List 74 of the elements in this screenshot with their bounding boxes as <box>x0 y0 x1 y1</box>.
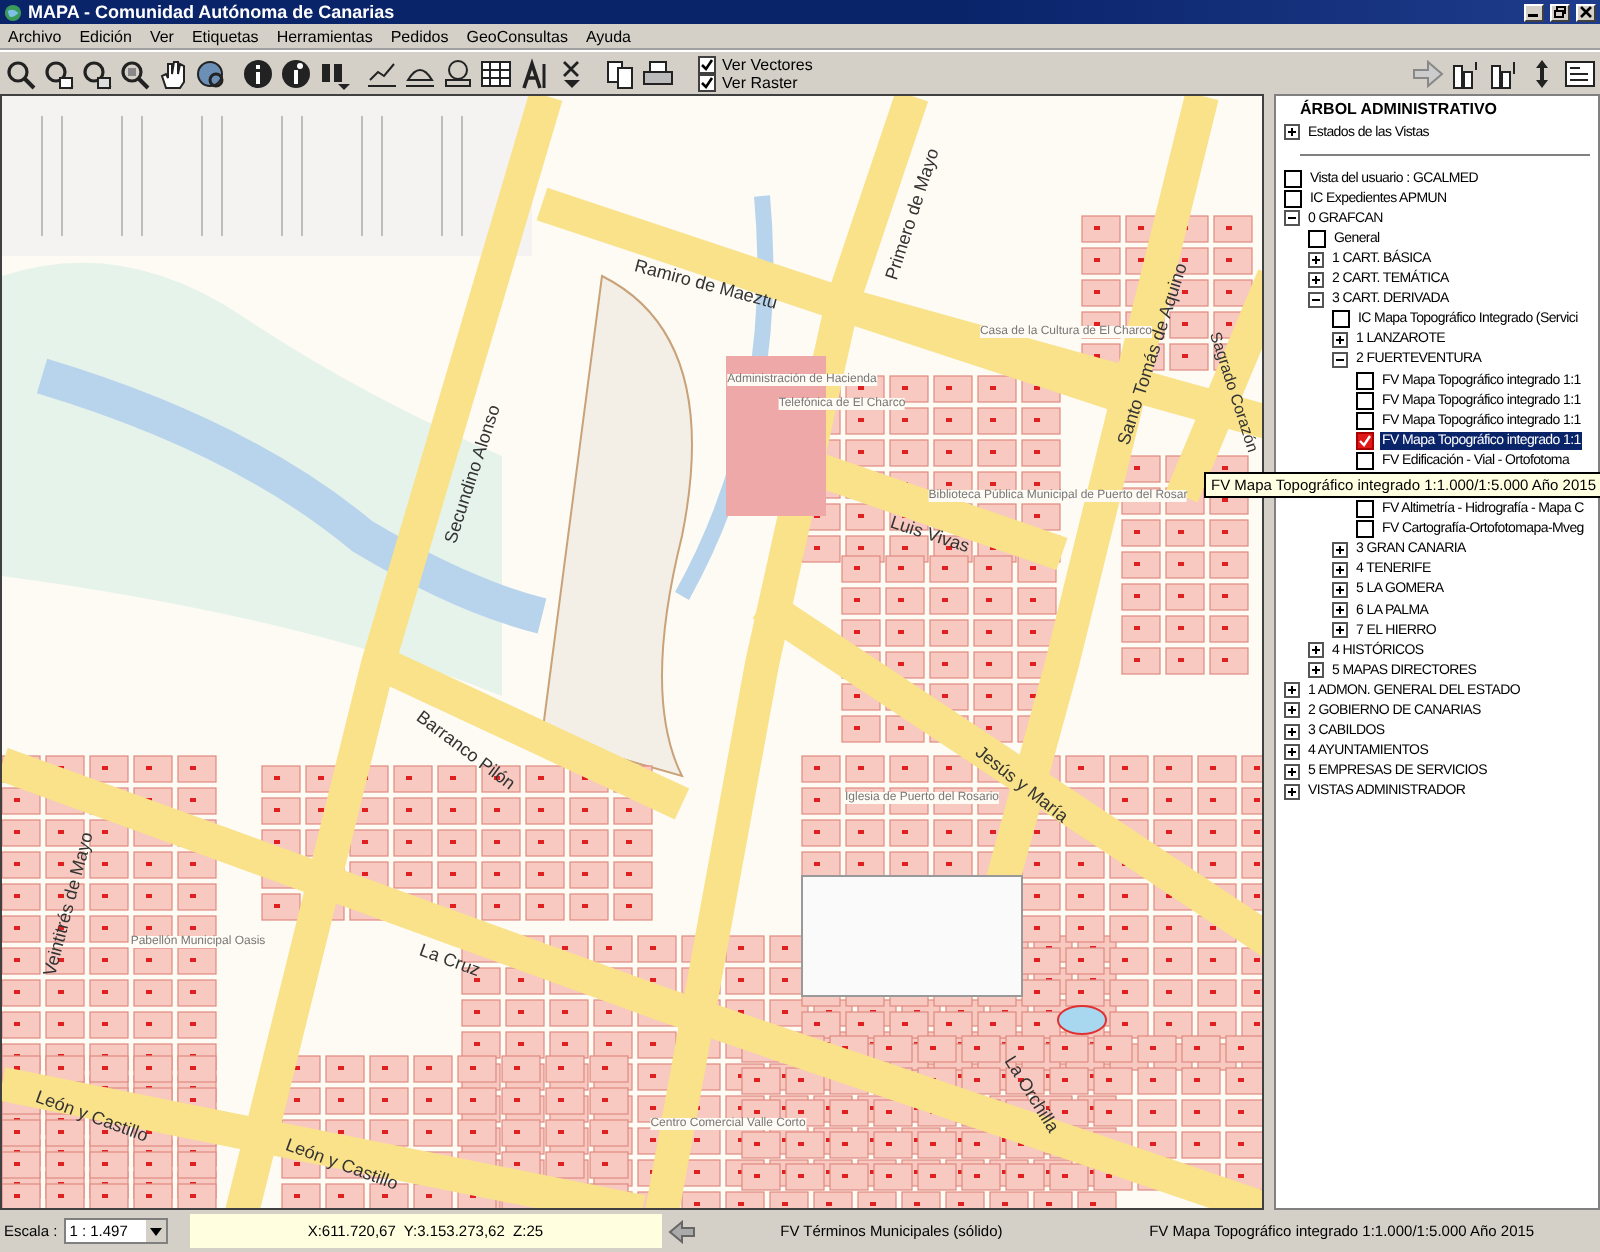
checkbox[interactable] <box>1356 431 1374 450</box>
checkbox[interactable] <box>698 55 716 73</box>
checkbox[interactable] <box>1356 411 1374 430</box>
pin-icon[interactable] <box>442 57 474 89</box>
expand-icon[interactable] <box>1308 271 1324 288</box>
expand-icon[interactable] <box>1332 561 1348 578</box>
checkbox[interactable] <box>1356 451 1374 470</box>
restore-button[interactable] <box>1550 3 1570 21</box>
street-label: León y Castillo <box>33 1086 151 1146</box>
menu-item[interactable]: Etiquetas <box>191 27 259 45</box>
zoom-window-icon[interactable] <box>118 57 150 89</box>
menu-item[interactable]: Ver <box>149 27 174 45</box>
info-icon[interactable] <box>242 57 274 89</box>
checkbox[interactable] <box>1356 520 1374 539</box>
street-label: Ramiro de Maeztu <box>632 255 780 313</box>
menu-item[interactable]: Ayuda <box>585 27 631 45</box>
expand-icon[interactable] <box>1284 743 1300 760</box>
info-circle-icon[interactable] <box>280 57 312 89</box>
menu-item[interactable]: GeoConsultas <box>466 27 568 45</box>
expand-icon[interactable] <box>1308 642 1324 659</box>
checkbox[interactable] <box>1356 500 1374 519</box>
expand-icon[interactable] <box>1308 662 1324 679</box>
tree-title: ÁRBOL ADMINISTRATIVO <box>1298 100 1500 122</box>
checkbox[interactable] <box>1308 229 1326 248</box>
expand-icon[interactable] <box>1284 702 1300 719</box>
minimize-button[interactable] <box>1524 3 1544 21</box>
globe-icon[interactable] <box>194 57 226 89</box>
street-label: Luis Vivas <box>888 511 972 557</box>
expand-icon[interactable] <box>1284 783 1300 800</box>
expand-icon[interactable] <box>1284 124 1300 141</box>
arrow-left-icon[interactable] <box>667 1219 696 1243</box>
expand-icon[interactable] <box>1308 251 1324 268</box>
menu-item[interactable]: Edición <box>79 27 132 45</box>
zoom-icon[interactable] <box>4 57 36 89</box>
checkbox[interactable] <box>1356 371 1374 390</box>
checkbox[interactable] <box>1356 391 1374 410</box>
street-label: Veintitrés de Mayo <box>39 829 97 979</box>
form-icon[interactable] <box>1564 57 1596 89</box>
zoom-in-icon[interactable] <box>42 57 74 89</box>
collapse-icon[interactable] <box>1308 291 1324 308</box>
copy-icon[interactable] <box>604 57 636 89</box>
window-title: MAPA - Comunidad Autónoma de Canarias <box>28 2 397 22</box>
caret-icon <box>149 1227 162 1235</box>
checkbox[interactable] <box>1284 189 1302 208</box>
menu-item[interactable]: Pedidos <box>390 27 449 45</box>
street-label: Primero de Mayo <box>881 145 943 283</box>
checkbox[interactable] <box>1332 310 1350 329</box>
checkbox-label: Ver Raster <box>722 73 798 91</box>
expand-icon[interactable] <box>1332 581 1348 598</box>
zoom-out-icon[interactable] <box>80 57 112 89</box>
collapse-icon[interactable] <box>1284 210 1300 227</box>
print-icon[interactable] <box>642 57 674 89</box>
expand-icon[interactable] <box>1284 763 1300 780</box>
restore-icon <box>1554 6 1566 18</box>
close-icon <box>1580 6 1592 18</box>
expand-icon[interactable] <box>1284 723 1300 740</box>
menu-item[interactable]: Herramientas <box>276 27 373 45</box>
globe-icon <box>4 3 22 21</box>
expand-icon[interactable] <box>1332 602 1348 619</box>
collapse-icon[interactable] <box>1332 351 1348 368</box>
hand-icon[interactable] <box>156 57 188 89</box>
checkbox-label: Ver Vectores <box>722 55 813 73</box>
expand-icon[interactable] <box>1332 541 1348 558</box>
expand-icon[interactable] <box>1332 331 1348 348</box>
text-icon[interactable] <box>518 57 550 89</box>
street-label: Sagrado Corazón <box>1206 329 1262 455</box>
checkbox[interactable] <box>1284 169 1302 188</box>
street-label: León y Castillo <box>283 1134 401 1194</box>
street-label: La Cruz <box>416 939 484 981</box>
expand-icon[interactable] <box>1284 682 1300 699</box>
grid-icon[interactable] <box>480 57 512 89</box>
close-button[interactable] <box>1576 3 1596 21</box>
expand-icon[interactable] <box>1332 622 1348 639</box>
menu-item[interactable]: Archivo <box>8 27 62 45</box>
